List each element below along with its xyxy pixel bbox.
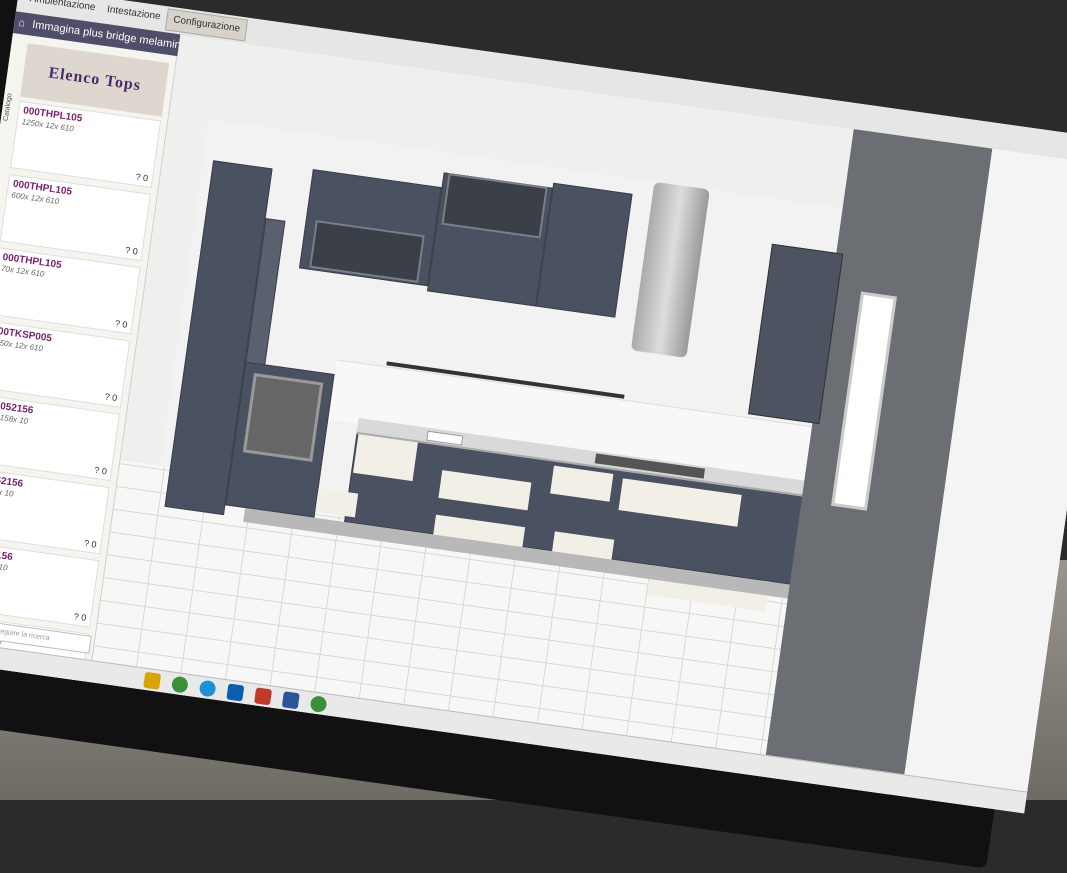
item-quantity: ? 0 xyxy=(124,244,139,257)
item-quantity: ? 0 xyxy=(93,464,108,477)
top-list-item[interactable]: 000TKSP005 2250x 12x 610? 0 xyxy=(0,320,131,408)
home-icon[interactable]: ⌂ xyxy=(17,12,27,35)
top-list-item[interactable]: 000THPL105 1250x 12x 610? 0 xyxy=(10,100,162,188)
item-quantity: ? 0 xyxy=(114,318,129,330)
tab-ambientazione[interactable]: Ambientazione xyxy=(23,0,102,14)
chrome-icon[interactable] xyxy=(309,695,328,714)
top-list-item[interactable]: 000THPL105 600x 12x 610? 0 xyxy=(0,173,151,262)
monitor: Ambientazione Intestazione Configurazion… xyxy=(0,0,1067,869)
item-quantity: ? 0 xyxy=(73,611,87,623)
item-quantity: ? 0 xyxy=(62,684,77,697)
tab-intestazione[interactable]: Intestazione xyxy=(100,3,167,23)
explorer-icon[interactable] xyxy=(143,671,162,690)
outlook-icon[interactable] xyxy=(226,683,245,702)
3d-viewport[interactable] xyxy=(92,34,1067,792)
skype-icon[interactable] xyxy=(198,679,217,698)
top-list-item[interactable]: C01052156450x 158x 10? 0 xyxy=(0,540,100,628)
oven xyxy=(242,372,324,462)
word-icon[interactable] xyxy=(281,691,300,710)
item-quantity: ? 0 xyxy=(104,391,118,404)
app-icon[interactable] xyxy=(254,687,273,706)
chrome-icon[interactable] xyxy=(170,675,189,694)
top-list-item[interactable]: 000THPL105 70x 12x 610? 0 xyxy=(0,247,141,335)
screen: Ambientazione Intestazione Configurazion… xyxy=(0,0,1067,814)
item-quantity: ? 0 xyxy=(83,538,98,550)
item-quantity: ? 0 xyxy=(134,171,149,184)
top-list-item[interactable]: C01052156600x 158x 10? 0 xyxy=(0,393,121,482)
top-list-item[interactable]: C0105215690x 158x 10? 0 xyxy=(0,467,110,555)
